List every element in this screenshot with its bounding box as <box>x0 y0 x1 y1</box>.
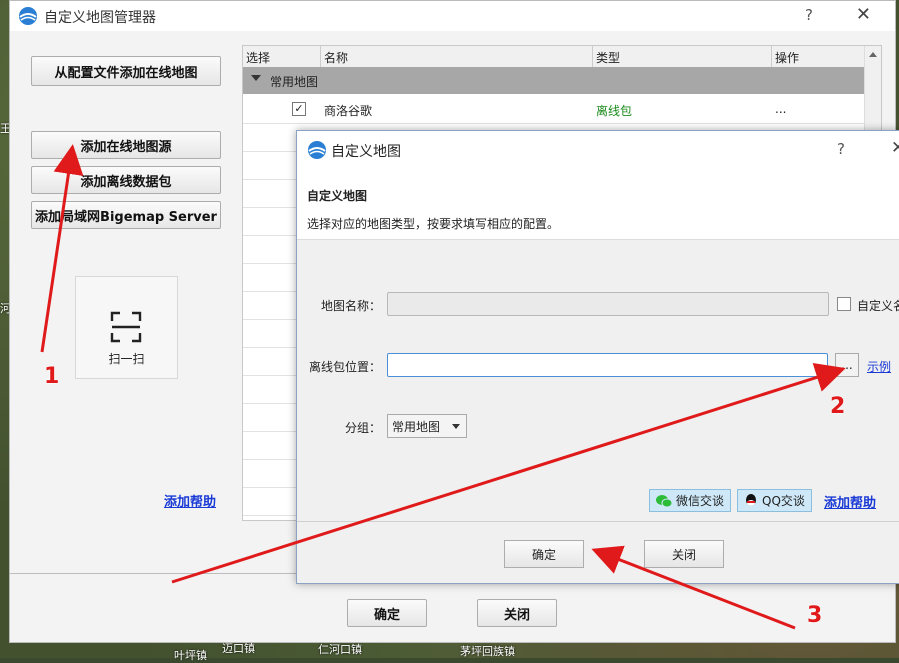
arrow-1 <box>40 144 84 353</box>
annotation-label-1: 1 <box>44 364 60 389</box>
arrow-3 <box>591 545 796 630</box>
annotation-arrows <box>40 144 846 630</box>
annotation-label-2: 2 <box>830 394 846 419</box>
annotation-label-3: 3 <box>807 603 823 628</box>
arrow-2 <box>171 362 846 584</box>
